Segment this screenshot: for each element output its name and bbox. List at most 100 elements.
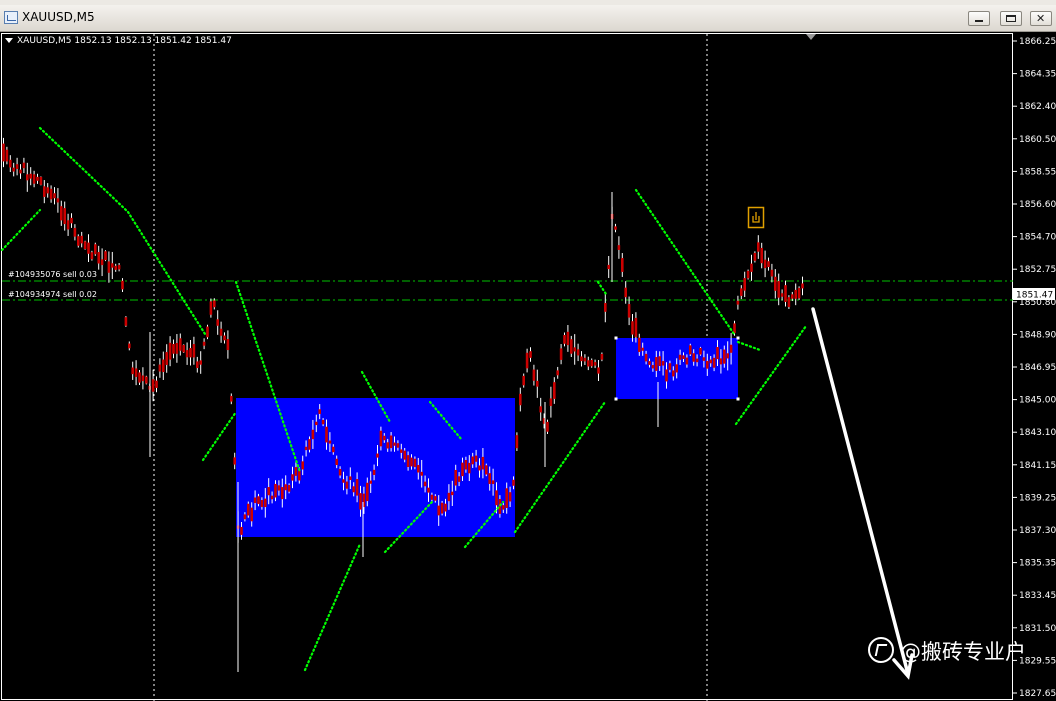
- chart-header: XAUUSD,M5 1852.13 1852.13 1851.42 1851.4…: [5, 36, 232, 46]
- candle-body: [634, 317, 638, 337]
- candle-body: [593, 362, 597, 366]
- hand-pointer-icon: [752, 212, 760, 223]
- trend-dots: [126, 210, 207, 336]
- candle-body: [172, 343, 175, 354]
- restore-icon: [1006, 15, 1016, 22]
- box-handle[interactable]: [614, 397, 618, 401]
- candle-body: [774, 276, 777, 291]
- candle-body: [393, 442, 396, 446]
- restore-button[interactable]: [1000, 11, 1022, 26]
- candle-body: [247, 503, 250, 516]
- price-chart[interactable]: 1866.25 1864.35 1862.40 1860.50 1858.55 1856.…: [0, 32, 1056, 701]
- price-tick-label: 1864.35: [1019, 70, 1056, 80]
- candle-body: [128, 343, 131, 349]
- candle-body: [274, 483, 277, 498]
- order-label[interactable]: #104934974 sell 0.02: [8, 290, 97, 299]
- candle-body: [641, 347, 644, 351]
- candle-body: [563, 334, 566, 344]
- candle-body: [338, 468, 342, 476]
- candle-body: [556, 370, 559, 376]
- minimize-button[interactable]: [968, 11, 990, 26]
- current-price-label: 1851.47: [1016, 291, 1053, 301]
- order-label[interactable]: #104935076 sell 0.03: [8, 270, 97, 279]
- candle-body: [784, 285, 787, 302]
- candle-body: [39, 176, 43, 185]
- candle-body: [495, 490, 498, 506]
- forecast-arrow[interactable]: [811, 307, 910, 676]
- candle-body: [213, 300, 216, 308]
- candle-body: [267, 487, 270, 496]
- candle-body: [413, 458, 417, 467]
- candle-body: [202, 341, 206, 346]
- candle-body: [719, 358, 723, 365]
- candle-body: [192, 344, 196, 358]
- candle-body: [658, 356, 661, 367]
- candle-body: [12, 167, 15, 172]
- candle-body: [196, 361, 199, 369]
- candle-body: [230, 396, 233, 402]
- candle-body: [454, 469, 457, 486]
- candle-body: [702, 357, 706, 361]
- trend-dots: [736, 340, 762, 352]
- candle-body: [665, 369, 668, 382]
- candle-body: [508, 492, 512, 502]
- candle-body: [111, 263, 114, 268]
- candle-body: [423, 481, 427, 487]
- candle-body: [498, 498, 502, 514]
- candle-body: [315, 421, 318, 426]
- price-tick-label: 1841.15: [1019, 461, 1056, 471]
- dropdown-triangle-icon[interactable]: [5, 38, 13, 43]
- candle-body: [699, 347, 702, 355]
- candle-body: [162, 359, 165, 373]
- candle-body: [264, 498, 267, 508]
- candle-body: [22, 162, 26, 169]
- candle-body: [389, 435, 393, 449]
- candle-body: [801, 283, 804, 289]
- candle-body: [77, 236, 80, 246]
- candle-body: [451, 491, 454, 496]
- candle-body: [318, 409, 321, 414]
- candle-body: [46, 187, 49, 194]
- box-handle[interactable]: [736, 336, 740, 340]
- candle-body: [325, 426, 328, 443]
- chart-shift-marker[interactable]: [806, 34, 816, 40]
- price-tick-label: 1839.25: [1019, 493, 1056, 503]
- candle-body: [281, 487, 284, 500]
- candle-body: [631, 321, 634, 335]
- candle-body: [675, 364, 678, 373]
- close-button[interactable]: ✕: [1030, 11, 1052, 26]
- candle-body: [121, 280, 124, 290]
- candle-body: [750, 263, 753, 272]
- chart-canvas[interactable]: 1866.25 1864.35 1862.40 1860.50 1858.55 1856.…: [0, 32, 1056, 701]
- candle-body: [573, 347, 576, 352]
- price-tick-label: 1835.35: [1019, 559, 1056, 569]
- candle-body: [420, 471, 423, 476]
- candle-body: [83, 241, 87, 250]
- candle-body: [301, 461, 304, 470]
- trend-dots: [513, 400, 607, 534]
- candle-body: [621, 258, 624, 272]
- price-tick-label: 1860.50: [1019, 135, 1056, 145]
- candle-body: [179, 338, 182, 351]
- candle-body: [270, 495, 274, 500]
- candle-body: [553, 382, 556, 399]
- box-handle[interactable]: [736, 397, 740, 401]
- candle-body: [753, 252, 757, 261]
- candle-body: [60, 206, 63, 221]
- candle-body: [87, 242, 90, 254]
- candle-body: [168, 342, 172, 360]
- candle-body: [434, 496, 437, 501]
- candle-body: [644, 353, 648, 362]
- candle-body: [131, 367, 134, 375]
- trend-dots: [38, 126, 130, 214]
- candle-body: [257, 496, 260, 504]
- candle-body: [216, 319, 219, 326]
- candle-body: [165, 352, 168, 365]
- candle-body: [525, 352, 529, 369]
- candle-body: [294, 467, 298, 476]
- candle-body: [566, 331, 570, 346]
- candle-body: [488, 473, 491, 484]
- box-handle[interactable]: [614, 336, 618, 340]
- candle-body: [100, 259, 104, 266]
- candle-body: [787, 297, 791, 307]
